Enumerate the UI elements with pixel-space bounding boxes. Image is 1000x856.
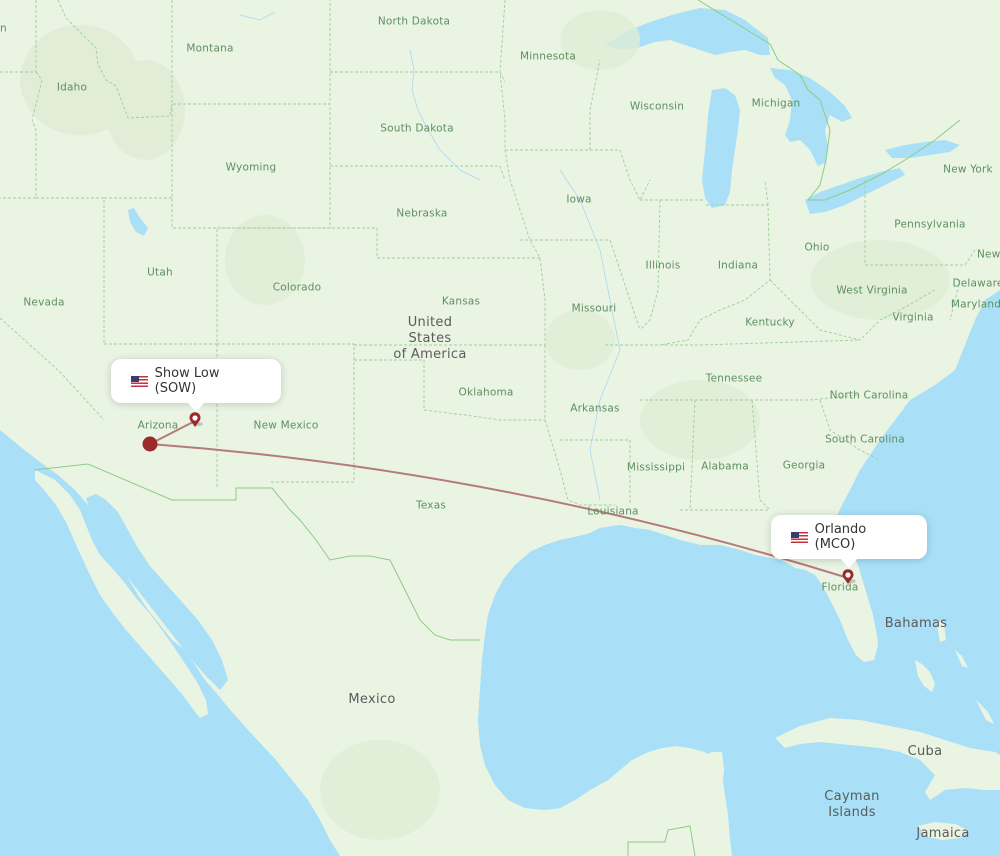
us-flag-icon bbox=[131, 375, 148, 387]
origin-airport-label: Show Low (SOW) bbox=[154, 366, 220, 396]
map-canvas[interactable] bbox=[0, 0, 1000, 856]
route-map[interactable]: n North Dakota Montana Minnesota Idaho W… bbox=[0, 0, 1000, 856]
us-flag-icon bbox=[791, 531, 808, 543]
destination-airport-popup[interactable]: Orlando (MCO) bbox=[771, 515, 927, 568]
origin-dot[interactable] bbox=[142, 436, 158, 452]
origin-airport-popup[interactable]: Show Low (SOW) bbox=[111, 359, 281, 412]
destination-airport-label: Orlando (MCO) bbox=[814, 522, 867, 552]
